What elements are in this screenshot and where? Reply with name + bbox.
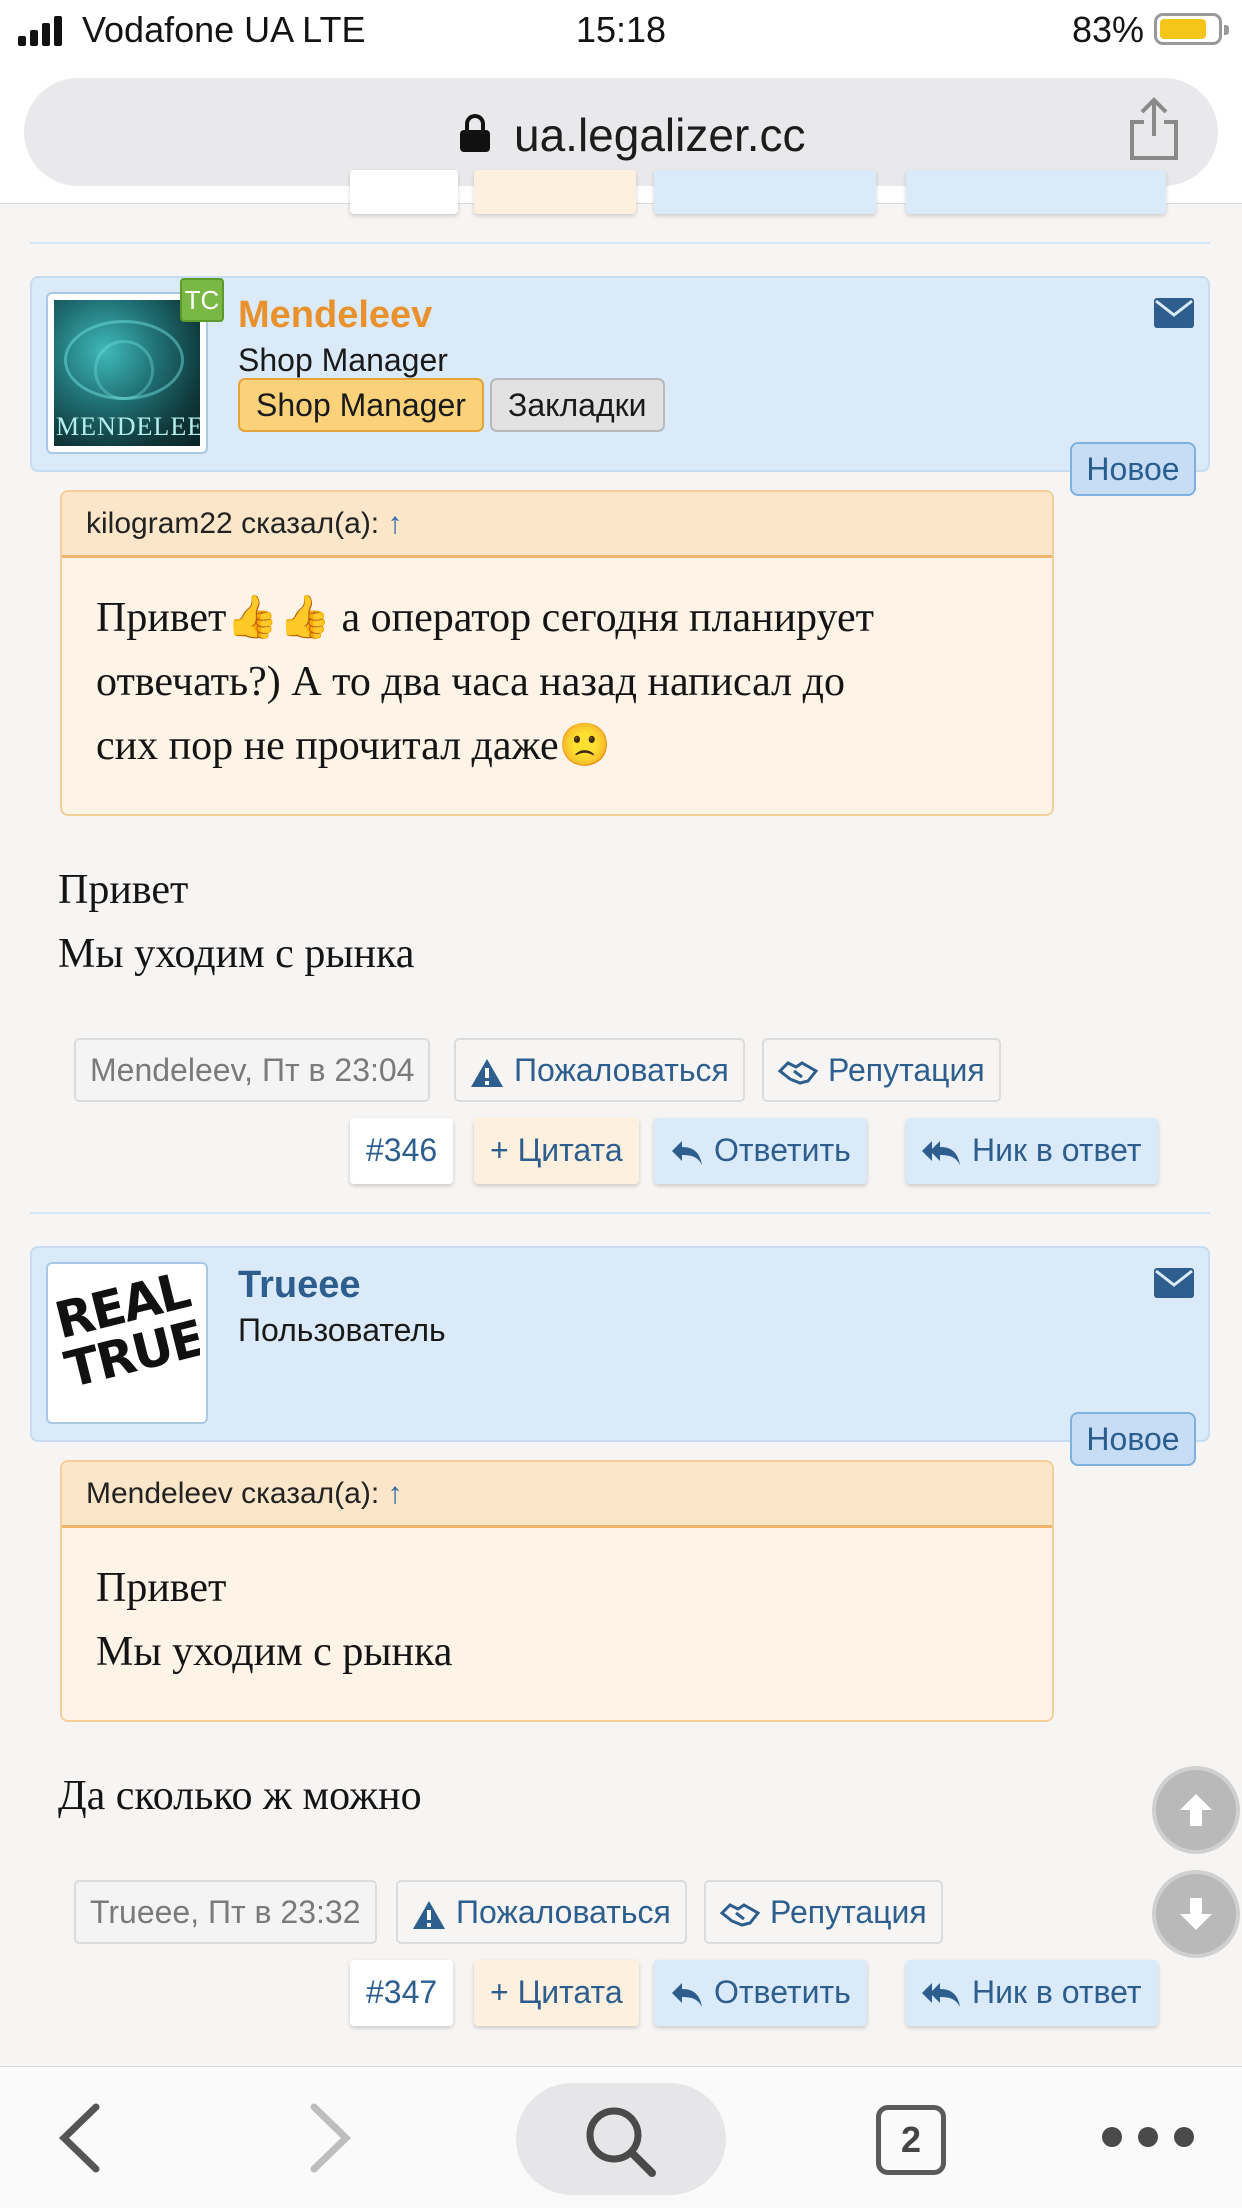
reputation-button[interactable]: Репутация	[762, 1038, 1001, 1102]
status-bar: Vodafone UA LTE 15:18 83%	[0, 0, 1242, 60]
report-button[interactable]: Пожаловаться	[396, 1880, 687, 1944]
quote-body: Привет👍👍 а оператор сегодня планирует от…	[62, 558, 1052, 806]
quote-author: kilogram22 сказал(а):	[86, 507, 380, 540]
reputation-label: Репутация	[828, 1052, 985, 1088]
back-icon[interactable]	[56, 2103, 104, 2173]
post-message: Привет Мы уходим с рынка	[58, 858, 414, 986]
shop-manager-button[interactable]: Shop Manager	[238, 378, 484, 432]
post-separator	[30, 242, 1210, 244]
warning-icon	[471, 1058, 503, 1087]
quote-block: kilogram22 сказал(а): ↑ Привет👍👍 а опера…	[60, 490, 1054, 816]
tabs-button[interactable]: 2	[876, 2105, 946, 2175]
user-title: Shop Manager	[238, 342, 448, 378]
message-line: Да сколько ж можно	[58, 1773, 422, 1819]
quote-line: Мы уходим с рынка	[96, 1629, 453, 1675]
message-line: Привет	[58, 867, 189, 913]
nick-reply-label: Ник в ответ	[972, 1974, 1142, 2010]
quote-button[interactable]: + Цитата	[474, 1960, 639, 2026]
bookmarks-button[interactable]: Закладки	[490, 378, 665, 432]
quote-button[interactable]: + Цитата	[474, 1118, 639, 1184]
url-text[interactable]: ua.legalizer.cc	[514, 108, 806, 162]
reply-button[interactable]: Ответить	[654, 1118, 867, 1184]
mail-icon[interactable]	[1154, 298, 1194, 328]
post-message: Да сколько ж можно	[58, 1764, 422, 1828]
reply-icon	[672, 1140, 702, 1165]
nick-reply-label: Ник в ответ	[972, 1132, 1142, 1168]
reply-button[interactable]: Ответить	[654, 1960, 867, 2026]
mail-icon[interactable]	[1154, 1268, 1194, 1298]
more-icon[interactable]	[1102, 2127, 1222, 2147]
reply-icon	[672, 1982, 702, 2007]
scroll-down-button[interactable]	[1152, 1870, 1240, 1958]
post-number-link[interactable]: #346	[350, 1118, 454, 1184]
arrow-down-icon	[1180, 1898, 1212, 1930]
avatar-logo-text: MENDELEEV	[56, 412, 200, 441]
handshake-icon	[778, 1060, 818, 1085]
new-button[interactable]: Новое	[1070, 1412, 1196, 1466]
nick-reply-button[interactable]: Ник в ответ	[906, 1118, 1158, 1184]
arrow-up-icon	[1180, 1794, 1212, 1826]
post-userbar: MENDELEEV TC Mendeleev Shop Manager Shop…	[30, 276, 1210, 472]
quote-line: Привет👍👍 а оператор сегодня планирует	[96, 595, 874, 641]
post-userbar: REAL TRUE Trueee Пользователь	[30, 1246, 1210, 1442]
topic-starter-badge: TC	[180, 278, 224, 322]
meta-author[interactable]: Mendeleev	[90, 1052, 244, 1088]
battery-icon	[1154, 13, 1229, 45]
message-line: Мы уходим с рынка	[58, 931, 415, 977]
quote-body: Привет Мы уходим с рынка	[62, 1528, 1052, 1712]
battery-percent: 83%	[1071, 9, 1144, 50]
post-meta: Mendeleev, Пт в 23:04	[74, 1038, 431, 1102]
post-meta: Trueee, Пт в 23:32	[74, 1880, 377, 1944]
reputation-button[interactable]: Репутация	[704, 1880, 943, 1944]
lock-icon	[460, 114, 490, 152]
username[interactable]: Mendeleev	[238, 294, 432, 337]
search-icon	[586, 2107, 656, 2177]
reply-all-icon	[922, 1140, 960, 1165]
nick-reply-button[interactable]: Ник в ответ	[906, 1960, 1158, 2026]
scroll-up-button[interactable]	[1152, 1766, 1240, 1854]
avatar[interactable]: REAL TRUE	[46, 1262, 208, 1424]
quote-block: Mendeleev сказал(а): ↑ Привет Мы уходим …	[60, 1460, 1054, 1722]
reply-label: Ответить	[714, 1974, 851, 2010]
new-button[interactable]: Новое	[1070, 442, 1196, 496]
meta-time[interactable]: , Пт в 23:32	[190, 1894, 360, 1930]
quote-header: Mendeleev сказал(а): ↑	[62, 1462, 1052, 1528]
prev-reply-button[interactable]	[654, 170, 876, 214]
quote-header: kilogram22 сказал(а): ↑	[62, 492, 1052, 558]
user-title: Пользователь	[238, 1312, 446, 1348]
forward-icon[interactable]	[306, 2103, 354, 2173]
clock: 15:18	[575, 9, 667, 50]
prev-post-number-button[interactable]	[350, 170, 458, 214]
share-icon[interactable]	[1126, 96, 1182, 162]
report-label: Пожаловаться	[456, 1894, 671, 1930]
report-label: Пожаловаться	[514, 1052, 729, 1088]
quote-line: отвечать?) А то два часа назад написал д…	[96, 659, 846, 705]
quote-line: сих пор не прочитал даже🙁	[96, 723, 611, 769]
post-number-link[interactable]: #347	[350, 1960, 454, 2026]
reply-label: Ответить	[714, 1132, 851, 1168]
post-separator	[30, 1212, 1210, 1214]
meta-author[interactable]: Trueee	[90, 1894, 190, 1930]
quote-line: Привет	[96, 1565, 227, 1611]
warning-icon	[413, 1900, 445, 1929]
quote-jump-link[interactable]: ↑	[388, 1477, 403, 1510]
prev-quote-button[interactable]	[474, 170, 636, 214]
report-button[interactable]: Пожаловаться	[454, 1038, 745, 1102]
search-button[interactable]	[516, 2083, 726, 2195]
prev-nick-button[interactable]	[906, 170, 1166, 214]
meta-time[interactable]: , Пт в 23:04	[244, 1052, 414, 1088]
username[interactable]: Trueee	[238, 1264, 361, 1307]
page: Vodafone UA LTE 15:18 83% ua.legalizer.c…	[0, 0, 1242, 2208]
browser-toolbar: 2	[0, 2066, 1242, 2208]
quote-author: Mendeleev сказал(а):	[86, 1477, 380, 1510]
quote-jump-link[interactable]: ↑	[388, 507, 403, 540]
reputation-label: Репутация	[770, 1894, 927, 1930]
handshake-icon	[720, 1902, 760, 1927]
reply-all-icon	[922, 1982, 960, 2007]
